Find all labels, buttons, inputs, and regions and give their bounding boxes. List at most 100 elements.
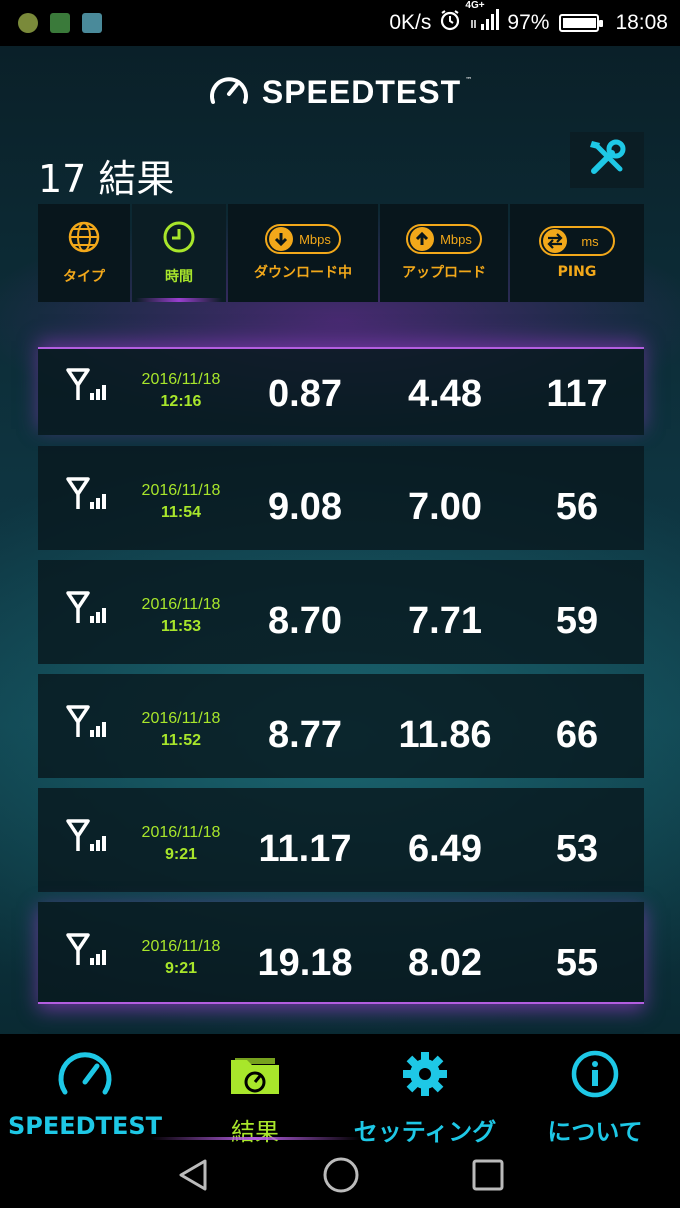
- recents-icon[interactable]: [471, 1158, 505, 1196]
- home-icon[interactable]: [322, 1156, 360, 1198]
- globe-icon: [67, 220, 101, 258]
- gallery-app-icon: [82, 13, 102, 33]
- result-row[interactable]: 2016/11/18 9:21 19.18 8.02 55: [38, 902, 644, 1004]
- result-time: 9:21: [164, 960, 198, 977]
- tab-upload-label: アップロード: [402, 265, 486, 281]
- result-ping: 55: [555, 942, 599, 984]
- download-unit: Mbps: [299, 231, 331, 247]
- speedtest-logo-text: SPEEDTEST: [261, 73, 462, 110]
- nav-speedtest-label: SPEEDTEST: [7, 1112, 162, 1140]
- result-timestamp: 2016/11/18 11:53: [126, 594, 236, 638]
- tab-ping-label: PING: [557, 264, 597, 280]
- tab-time-label: 時間: [165, 269, 193, 285]
- nav-about-label: について: [547, 1118, 643, 1146]
- sort-column-tabs: タイプ 時間 Mbps ダウンロード中 Mbps アップロード ms PING: [38, 204, 644, 302]
- result-download: 11.17: [258, 828, 352, 870]
- result-ping: 53: [555, 828, 599, 870]
- cellular-signal-icon: [66, 367, 108, 407]
- result-download: 19.18: [257, 942, 353, 984]
- result-date: 2016/11/18: [141, 482, 221, 499]
- clock-time: 18:08: [615, 11, 668, 34]
- result-date: 2016/11/18: [141, 938, 221, 955]
- result-ping: 117: [546, 373, 608, 415]
- cellular-signal-icon: [66, 818, 108, 858]
- tab-type-label: タイプ: [63, 269, 105, 285]
- result-timestamp: 2016/11/18 12:16: [126, 369, 236, 413]
- ping-icon: [543, 229, 568, 253]
- ping-unit: ms: [581, 233, 599, 249]
- result-date: 2016/11/18: [141, 824, 221, 841]
- result-row[interactable]: 2016/11/18 11:54 9.08 7.00 56: [38, 446, 644, 550]
- nav-results[interactable]: 結果: [150, 1034, 360, 1146]
- result-upload: 6.49: [408, 828, 482, 870]
- result-date: 2016/11/18: [141, 710, 221, 727]
- result-upload: 7.00: [408, 486, 482, 528]
- result-download: 0.87: [268, 373, 342, 415]
- tab-ping[interactable]: ms PING: [510, 204, 644, 302]
- tab-type[interactable]: タイプ: [38, 204, 130, 302]
- result-ping: 59: [555, 600, 599, 642]
- download-icon: [269, 227, 294, 251]
- status-bar-system: 0K/s 4G+ 97% 18:08: [389, 0, 668, 38]
- cellular-signal-icon: [66, 932, 108, 972]
- tools-button[interactable]: [570, 132, 644, 188]
- cellular-signal-icon: [66, 590, 108, 630]
- result-time: 11:52: [160, 732, 202, 749]
- nav-settings-label: セッティング: [353, 1118, 497, 1146]
- result-upload: 7.71: [408, 600, 482, 642]
- result-time: 11:54: [160, 504, 202, 521]
- back-icon[interactable]: [175, 1157, 211, 1197]
- nav-settings[interactable]: セッティング: [340, 1034, 510, 1146]
- download-unit-pill: Mbps: [265, 224, 341, 254]
- robot-app-icon: [50, 13, 70, 33]
- result-row[interactable]: 2016/11/18 9:21 11.17 6.49 53: [38, 788, 644, 892]
- cellular-signal-icon: [66, 476, 108, 516]
- result-ping: 56: [555, 486, 599, 528]
- tab-upload[interactable]: Mbps アップロード: [380, 204, 508, 302]
- tab-download[interactable]: Mbps ダウンロード中: [228, 204, 378, 302]
- upload-icon: [410, 227, 435, 251]
- result-row[interactable]: 2016/11/18 11:53 8.70 7.71 59: [38, 560, 644, 664]
- info-icon: [567, 1050, 623, 1102]
- result-upload: 11.86: [398, 714, 492, 756]
- speedtest-logo-icon: [208, 72, 250, 112]
- speedtest-results-screen: 0K/s 4G+ 97% 18:08 SPEEDTEST ™ 17 結果 タイプ…: [0, 0, 680, 1208]
- result-timestamp: 2016/11/18 11:52: [126, 708, 236, 752]
- status-bar: 0K/s 4G+ 97% 18:08: [0, 0, 680, 46]
- result-timestamp: 2016/11/18 9:21: [126, 822, 236, 866]
- result-download: 8.70: [268, 600, 342, 642]
- result-time: 12:16: [160, 393, 202, 410]
- battery-icon: [559, 14, 604, 32]
- result-upload: 4.48: [408, 373, 482, 415]
- ping-unit-pill: ms: [539, 226, 615, 256]
- wrench-screwdriver-icon: [586, 137, 628, 183]
- result-download: 9.08: [268, 486, 342, 528]
- speedometer-icon: [57, 1050, 113, 1102]
- result-time: 11:53: [160, 618, 202, 635]
- nav-results-label: 結果: [231, 1118, 279, 1146]
- tab-time[interactable]: 時間: [132, 204, 226, 302]
- alarm-icon: [439, 9, 461, 37]
- system-navigation-bar: [0, 1146, 680, 1208]
- result-timestamp: 2016/11/18 11:54: [126, 480, 236, 524]
- bottom-navigation: SPEEDTEST 結果 セッティング について: [0, 1034, 680, 1146]
- nav-about[interactable]: について: [510, 1034, 680, 1146]
- result-upload: 8.02: [408, 942, 482, 984]
- result-date: 2016/11/18: [141, 371, 221, 388]
- trademark: ™: [465, 76, 473, 84]
- result-row[interactable]: 2016/11/18 11:52 8.77 11.86 66: [38, 674, 644, 778]
- tab-download-label: ダウンロード中: [254, 265, 352, 281]
- result-ping: 66: [555, 714, 599, 756]
- net-speed: 0K/s: [389, 11, 432, 34]
- network-type: 4G+: [465, 0, 485, 11]
- result-timestamp: 2016/11/18 9:21: [126, 936, 236, 980]
- nav-speedtest[interactable]: SPEEDTEST: [0, 1034, 170, 1146]
- result-row[interactable]: 2016/11/18 12:16 0.87 4.48 117: [38, 347, 644, 435]
- mix-app-icon: [18, 13, 38, 33]
- clock-icon: [162, 220, 196, 258]
- status-bar-notifications: [18, 13, 102, 33]
- upload-unit: Mbps: [440, 231, 472, 247]
- result-time: 9:21: [164, 846, 198, 863]
- signal-icon: 4G+: [465, 0, 500, 38]
- result-date: 2016/11/18: [141, 596, 221, 613]
